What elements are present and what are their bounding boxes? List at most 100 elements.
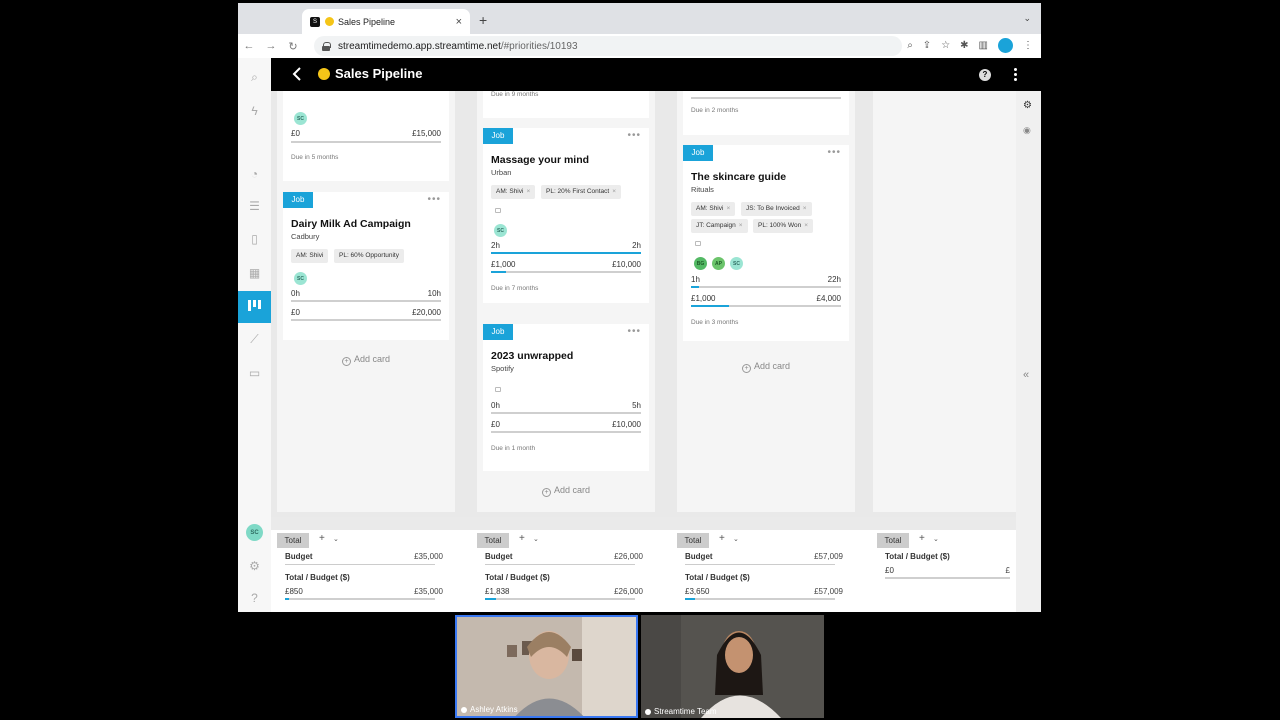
back-chevron-icon[interactable] bbox=[291, 66, 303, 82]
label-chip: AM: Shivi × bbox=[491, 185, 536, 199]
hours-used: 2h bbox=[491, 241, 500, 250]
label-chip: PL: 20% First Contact × bbox=[541, 185, 622, 199]
profile-avatar[interactable] bbox=[998, 38, 1013, 53]
job-card-partial[interactable]: Due in 2 months bbox=[683, 91, 849, 135]
address-bar[interactable]: streamtimedemo.app.streamtime.net/#prior… bbox=[314, 36, 902, 56]
back-arrow-icon[interactable]: ← bbox=[238, 40, 260, 52]
video-tile-participant[interactable]: Ashley Atkins bbox=[455, 615, 638, 718]
card-menu-icon[interactable]: ••• bbox=[627, 130, 641, 141]
total-budget-label: Total / Budget ($) bbox=[685, 573, 750, 582]
progress-fill bbox=[691, 286, 699, 288]
help-circle-icon[interactable]: ? bbox=[247, 590, 262, 605]
hours-row: 2h 2h bbox=[491, 241, 641, 250]
job-card[interactable]: Job ••• Dairy Milk Ad Campaign Cadbury A… bbox=[283, 192, 449, 340]
checkbox-icon bbox=[495, 208, 501, 213]
job-card[interactable]: Job ••• Massage your mind Urban AM: Shiv… bbox=[483, 128, 649, 303]
card-client: Spotify bbox=[491, 364, 514, 373]
collapse-panel-icon[interactable]: « bbox=[1023, 369, 1029, 381]
label-chip: PL: 100% Won × bbox=[753, 219, 814, 233]
job-card-partial[interactable]: SC £0 £15,000 Due in 5 months bbox=[283, 91, 449, 181]
hours-row: 0h 5h bbox=[491, 401, 641, 410]
total-budget-label: Total / Budget ($) bbox=[485, 573, 550, 582]
tab-title: Sales Pipeline bbox=[338, 16, 396, 27]
mic-icon bbox=[461, 706, 467, 713]
settings-gear-icon[interactable]: ⚙ bbox=[247, 558, 262, 573]
totals-divider bbox=[271, 517, 1016, 530]
chevron-down-icon[interactable]: ⌄ bbox=[933, 535, 939, 543]
total-button[interactable]: Total bbox=[877, 533, 909, 548]
new-tab-icon[interactable]: + bbox=[479, 12, 487, 28]
total-button[interactable]: Total bbox=[277, 533, 309, 548]
emoji-icon bbox=[325, 17, 334, 26]
browser-menu-icon[interactable]: ⋮ bbox=[1023, 40, 1033, 51]
hours-row: 1h 22h bbox=[691, 275, 841, 284]
book-icon[interactable]: ▭ bbox=[247, 365, 262, 380]
chevron-down-icon[interactable]: ⌄ bbox=[333, 535, 339, 543]
total-button[interactable]: Total bbox=[477, 533, 509, 548]
tab-sales-pipeline[interactable]: S Sales Pipeline × bbox=[302, 9, 470, 34]
dashboard-gauge-icon[interactable]: ◔ bbox=[247, 166, 262, 181]
total-budget: £35,000 bbox=[414, 587, 443, 596]
due-date: Due in 5 months bbox=[291, 154, 339, 161]
board-settings-gear-icon[interactable]: ⚙ bbox=[1023, 100, 1032, 111]
budget-label: Budget bbox=[285, 552, 313, 561]
pipeline-column: Due in 2 months Job ••• The skincare gui… bbox=[677, 91, 855, 512]
hours-progress-bar bbox=[491, 412, 641, 414]
card-menu-icon[interactable]: ••• bbox=[427, 194, 441, 205]
visibility-eye-icon[interactable]: ◉ bbox=[1023, 125, 1031, 136]
chevron-down-icon[interactable]: ⌄ bbox=[533, 535, 539, 543]
label-chip: PL: 60% Opportunity bbox=[334, 249, 404, 263]
job-card-partial[interactable]: Due in 9 months bbox=[483, 91, 649, 118]
url-host: streamtimedemo.app.streamtime.net bbox=[338, 40, 501, 52]
user-avatar[interactable]: SC bbox=[246, 524, 263, 541]
add-total-icon[interactable]: + bbox=[719, 533, 725, 544]
document-icon[interactable]: ▯ bbox=[247, 231, 262, 246]
share-icon[interactable]: ⇪ bbox=[923, 40, 931, 51]
hours-planned: 10h bbox=[427, 289, 441, 298]
budget-progress-bar bbox=[491, 431, 641, 433]
forward-arrow-icon[interactable]: → bbox=[260, 40, 282, 52]
bookmark-star-icon[interactable]: ☆ bbox=[941, 40, 950, 51]
reload-icon[interactable]: ↻ bbox=[282, 40, 304, 53]
due-date: Due in 1 month bbox=[491, 445, 536, 452]
sidebar-item-pipeline[interactable] bbox=[238, 291, 271, 323]
budget-row: £0 £20,000 bbox=[291, 308, 441, 317]
grid-icon[interactable]: ▦ bbox=[247, 265, 262, 280]
budget-row: £1,000 £10,000 bbox=[491, 260, 641, 269]
job-card[interactable]: Job ••• The skincare guide Rituals AM: S… bbox=[683, 145, 849, 341]
job-tag: Job bbox=[683, 145, 713, 161]
chevron-down-icon[interactable]: ⌄ bbox=[733, 535, 739, 543]
add-total-icon[interactable]: + bbox=[519, 533, 525, 544]
job-tag: Job bbox=[283, 192, 313, 208]
job-card[interactable]: Job ••• 2023 unwrapped Spotify 0h 5h £0 … bbox=[483, 324, 649, 471]
add-total-icon[interactable]: + bbox=[919, 533, 925, 544]
progress-fill bbox=[491, 271, 506, 273]
sidebar: ⌕ ϟ ◔ ☰ ▯ ▦ ⟋ ▭ SC ⚙ ? bbox=[238, 58, 271, 612]
budget-label: Budget bbox=[685, 552, 713, 561]
add-total-icon[interactable]: + bbox=[319, 533, 325, 544]
remove-chip-icon: × bbox=[726, 205, 731, 212]
add-card-button[interactable]: + Add card bbox=[277, 354, 455, 366]
card-menu-icon[interactable]: ••• bbox=[827, 147, 841, 158]
card-title: The skincare guide bbox=[691, 171, 787, 183]
zoom-icon[interactable]: ⌕ bbox=[907, 40, 913, 51]
add-card-button[interactable]: + Add card bbox=[477, 485, 655, 497]
add-card-button[interactable]: + Add card bbox=[677, 361, 855, 373]
search-icon[interactable]: ⌕ bbox=[247, 70, 262, 85]
total-budget-label: Total / Budget ($) bbox=[885, 552, 950, 561]
tab-search-chevron-icon[interactable]: ⌄ bbox=[1023, 13, 1031, 24]
close-tab-icon[interactable]: × bbox=[456, 16, 462, 28]
help-icon[interactable]: ? bbox=[979, 69, 991, 81]
trend-chart-icon[interactable]: ⟋ bbox=[247, 332, 262, 347]
list-icon[interactable]: ☰ bbox=[247, 198, 262, 213]
side-panel-icon[interactable]: ▥ bbox=[979, 40, 988, 51]
total-column: Total + ⌄ Budget £35,000 Total / Budget … bbox=[277, 531, 449, 611]
card-menu-icon[interactable]: ••• bbox=[627, 326, 641, 337]
more-options-icon[interactable] bbox=[1014, 68, 1017, 82]
video-tile-participant[interactable]: Streamtime Team bbox=[641, 615, 824, 718]
assignee-avatar: SC bbox=[294, 272, 307, 285]
total-button[interactable]: Total bbox=[677, 533, 709, 548]
extensions-icon[interactable]: ✱ bbox=[960, 40, 968, 51]
browser-toolbar: ← → ↻ streamtimedemo.app.streamtime.net /… bbox=[238, 34, 1041, 58]
lightning-icon[interactable]: ϟ bbox=[247, 103, 262, 118]
